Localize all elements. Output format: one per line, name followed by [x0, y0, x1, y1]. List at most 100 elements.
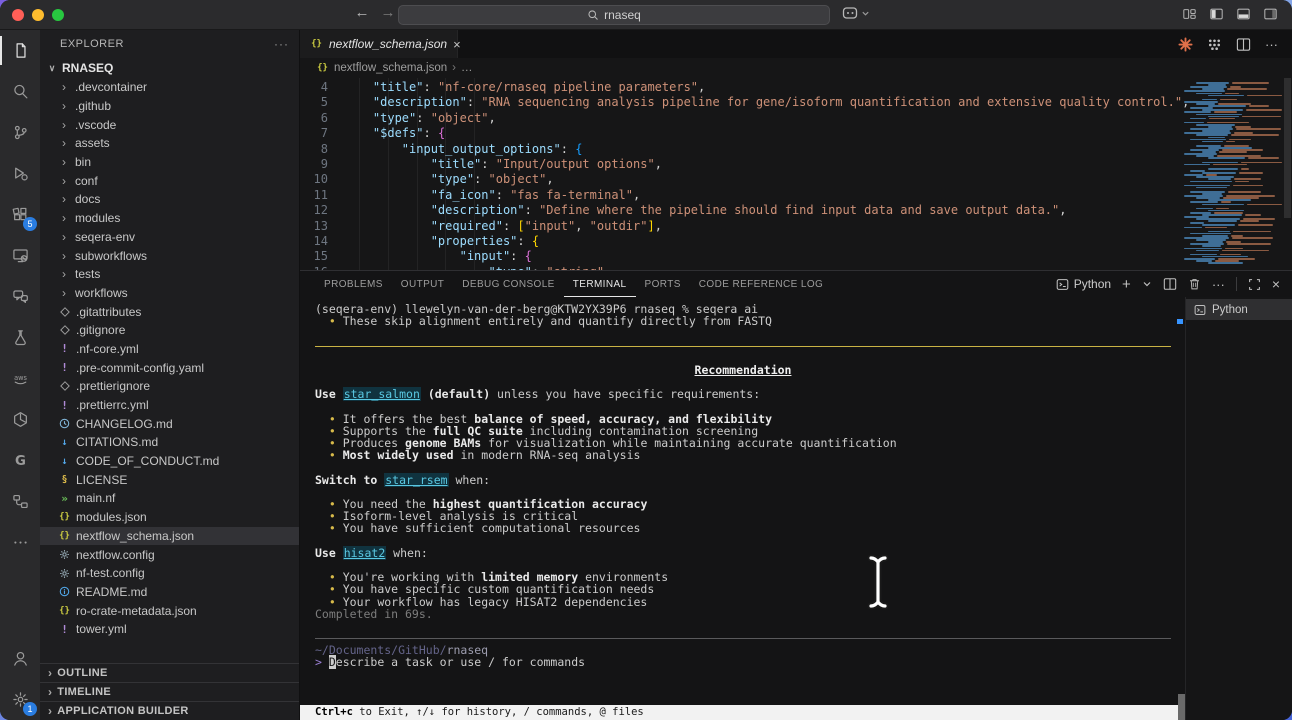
- file-row-.prettierrc.yml[interactable]: !.prettierrc.yml: [40, 396, 299, 415]
- file-row-CITATIONS.md[interactable]: ↓CITATIONS.md: [40, 433, 299, 452]
- file-row-README.md[interactable]: iREADME.md: [40, 583, 299, 602]
- json-file-icon: {}: [310, 39, 323, 49]
- terminal-scrollbar[interactable]: [1178, 694, 1185, 720]
- file-row-.gitignore[interactable]: .gitignore: [40, 321, 299, 340]
- terminal-dropdown-icon[interactable]: [1142, 279, 1152, 289]
- activity-item-gitlens[interactable]: G: [0, 440, 40, 481]
- svg-text:i: i: [63, 588, 65, 596]
- panel-tab-code-reference-log[interactable]: CODE REFERENCE LOG: [690, 271, 832, 297]
- editor-scrollbar[interactable]: [1283, 78, 1292, 270]
- file-row-CODE_OF_CONDUCT.md[interactable]: ↓CODE_OF_CONDUCT.md: [40, 452, 299, 471]
- editor-more-actions-icon[interactable]: ···: [1265, 38, 1278, 51]
- customize-layout-icon[interactable]: [1182, 7, 1197, 21]
- activity-item-remote-explorer[interactable]: [0, 235, 40, 276]
- folder-row-.github[interactable]: ›.github: [40, 97, 299, 116]
- file-row-.gitattributes[interactable]: .gitattributes: [40, 302, 299, 321]
- tab-nextflow-schema-json[interactable]: {} nextflow_schema.json ×: [300, 30, 458, 58]
- activity-item-aws[interactable]: aws: [0, 358, 40, 399]
- file-row-.pre-commit-config.yaml[interactable]: !.pre-commit-config.yaml: [40, 358, 299, 377]
- file-row-modules.json[interactable]: {}modules.json: [40, 508, 299, 527]
- forward-button[interactable]: →: [378, 4, 398, 21]
- back-button[interactable]: ←: [352, 4, 372, 21]
- sidebar-section-outline[interactable]: ›OUTLINE: [40, 663, 299, 682]
- panel-tab-output[interactable]: OUTPUT: [392, 271, 454, 297]
- explorer-more-actions-icon[interactable]: ···: [274, 37, 289, 51]
- activity-item-search[interactable]: [0, 71, 40, 112]
- sidebar-section-application-builder[interactable]: ›APPLICATION BUILDER: [40, 701, 299, 720]
- activity-item-files[interactable]: [0, 30, 40, 71]
- folder-row-workflows[interactable]: ›workflows: [40, 284, 299, 303]
- split-terminal-icon[interactable]: [1163, 277, 1177, 291]
- terminal-profile-button[interactable]: Python: [1056, 277, 1111, 291]
- activity-item-testing[interactable]: [0, 317, 40, 358]
- run-formatter-icon[interactable]: [1178, 37, 1193, 52]
- file-row-ro-crate-metadata.json[interactable]: {}ro-crate-metadata.json: [40, 601, 299, 620]
- toggle-panel-icon[interactable]: [1236, 7, 1251, 21]
- activity-item-source-control[interactable]: [0, 112, 40, 153]
- json-file-icon: {}: [316, 63, 329, 73]
- maximize-panel-icon[interactable]: [1248, 278, 1261, 291]
- activity-item-account[interactable]: [0, 638, 40, 679]
- file-row-tower.yml[interactable]: !tower.yml: [40, 620, 299, 639]
- sidebar-section-timeline[interactable]: ›TIMELINE: [40, 682, 299, 701]
- terminal-line: Recommendation: [315, 364, 1171, 376]
- file-row-CHANGELOG.md[interactable]: CHANGELOG.md: [40, 414, 299, 433]
- minimize-window-button[interactable]: [32, 9, 44, 21]
- panel-tab-problems[interactable]: PROBLEMS: [315, 271, 392, 297]
- activity-item-hexagon[interactable]: [0, 399, 40, 440]
- copilot-menu-button[interactable]: [842, 6, 870, 21]
- explorer-title: EXPLORER: [60, 38, 124, 50]
- file-label: .nf-core.yml: [76, 342, 139, 356]
- file-row-nf-test.config[interactable]: nf-test.config: [40, 564, 299, 583]
- new-terminal-icon[interactable]: +: [1122, 277, 1131, 292]
- panel-tab-debug-console[interactable]: DEBUG CONSOLE: [453, 271, 563, 297]
- toggle-sidebar-icon[interactable]: [1209, 7, 1224, 21]
- panel-more-actions-icon[interactable]: ···: [1212, 278, 1225, 291]
- chevron-right-icon: ›: [58, 99, 70, 113]
- folder-row-.vscode[interactable]: ›.vscode: [40, 115, 299, 134]
- file-row-.prettierignore[interactable]: .prettierignore: [40, 377, 299, 396]
- toggle-secondary-sidebar-icon[interactable]: [1263, 7, 1278, 21]
- activity-item-settings[interactable]: 1: [0, 679, 40, 720]
- folder-row-bin[interactable]: ›bin: [40, 153, 299, 172]
- breadcrumb[interactable]: {} nextflow_schema.json › …: [300, 58, 1292, 78]
- file-row-nextflow_schema.json[interactable]: {}nextflow_schema.json: [40, 527, 299, 546]
- folder-row-subworkflows[interactable]: ›subworkflows: [40, 246, 299, 265]
- file-row-nextflow.config[interactable]: nextflow.config: [40, 545, 299, 564]
- schema-outline-icon[interactable]: [1207, 37, 1222, 52]
- chevron-right-icon: ›: [58, 136, 70, 150]
- close-tab-icon[interactable]: ×: [453, 37, 461, 52]
- activity-item-extensions[interactable]: 5: [0, 194, 40, 235]
- close-panel-icon[interactable]: ×: [1272, 277, 1280, 291]
- folder-row-.devcontainer[interactable]: ›.devcontainer: [40, 78, 299, 97]
- file-row-main.nf[interactable]: »main.nf: [40, 489, 299, 508]
- command-center-search[interactable]: rnaseq: [398, 5, 830, 25]
- folder-row-seqera-env[interactable]: ›seqera-env: [40, 228, 299, 247]
- minimap[interactable]: [1182, 80, 1282, 264]
- activity-item-pipeline[interactable]: [0, 481, 40, 522]
- line-number: 7: [300, 126, 344, 141]
- chevron-down-icon: ∨: [46, 63, 58, 74]
- panel-tab-ports[interactable]: PORTS: [636, 271, 690, 297]
- file-row-LICENSE[interactable]: §LICENSE: [40, 470, 299, 489]
- code-line-12: 12 "description": "Define where the pipe…: [300, 203, 1292, 218]
- folder-row-modules[interactable]: ›modules: [40, 209, 299, 228]
- close-window-button[interactable]: [12, 9, 24, 21]
- kill-terminal-icon[interactable]: [1188, 277, 1201, 291]
- project-root-folder[interactable]: ∨ RNASEQ: [40, 58, 299, 78]
- activity-item-more[interactable]: [0, 522, 40, 563]
- split-editor-icon[interactable]: [1236, 37, 1251, 52]
- folder-row-tests[interactable]: ›tests: [40, 265, 299, 284]
- folder-row-docs[interactable]: ›docs: [40, 190, 299, 209]
- code-editor[interactable]: 4 "title": "nf-core/rnaseq pipeline para…: [300, 78, 1292, 270]
- chevron-right-icon: ›: [48, 666, 52, 680]
- zoom-window-button[interactable]: [52, 9, 64, 21]
- terminal-list-item-python[interactable]: Python: [1186, 299, 1292, 320]
- terminal-output[interactable]: (seqera-env) llewelyn-van-der-berg@KTW2Y…: [300, 297, 1185, 720]
- folder-row-conf[interactable]: ›conf: [40, 171, 299, 190]
- folder-row-assets[interactable]: ›assets: [40, 134, 299, 153]
- activity-item-chat[interactable]: [0, 276, 40, 317]
- activity-item-run-debug[interactable]: [0, 153, 40, 194]
- file-row-.nf-core.yml[interactable]: !.nf-core.yml: [40, 340, 299, 359]
- panel-tab-terminal[interactable]: TERMINAL: [564, 271, 636, 297]
